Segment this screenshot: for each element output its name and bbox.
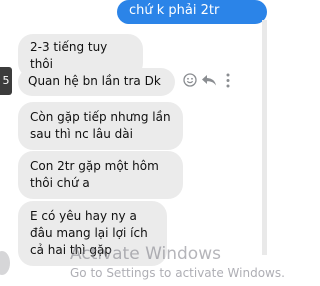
activate-windows-title: Activate Windows bbox=[70, 244, 221, 264]
more-vertical-icon[interactable] bbox=[218, 70, 237, 90]
scrollbar[interactable] bbox=[262, 20, 267, 255]
message-text: Con 2tr gặp một hôm thôi chứ a bbox=[30, 159, 159, 190]
received-message-2[interactable]: Quan hệ bn lần tra Dk bbox=[18, 68, 175, 96]
message-text: Còn gặp tiếp nhưng lần sau thì nc lâu dà… bbox=[30, 110, 171, 141]
activate-windows-subtitle: Go to Settings to activate Windows. bbox=[70, 266, 285, 280]
received-message-4[interactable]: Con 2tr gặp một hôm thôi chứ a bbox=[18, 151, 183, 199]
side-indicator[interactable]: 5 bbox=[0, 67, 12, 95]
avatar[interactable] bbox=[0, 251, 10, 275]
reply-icon[interactable] bbox=[199, 70, 218, 90]
smiley-icon[interactable] bbox=[180, 70, 199, 90]
message-actions bbox=[180, 70, 237, 90]
message-text: 2-3 tiếng tuy thôi bbox=[30, 40, 108, 71]
message-text: Quan hệ bn lần tra Dk bbox=[28, 74, 161, 88]
sent-message-bubble[interactable]: chứ k phải 2tr được mấy lần bbox=[117, 0, 267, 40]
received-message-3[interactable]: Còn gặp tiếp nhưng lần sau thì nc lâu dà… bbox=[18, 102, 183, 150]
sent-message-text: chứ k phải 2tr được mấy lần bbox=[129, 3, 220, 40]
